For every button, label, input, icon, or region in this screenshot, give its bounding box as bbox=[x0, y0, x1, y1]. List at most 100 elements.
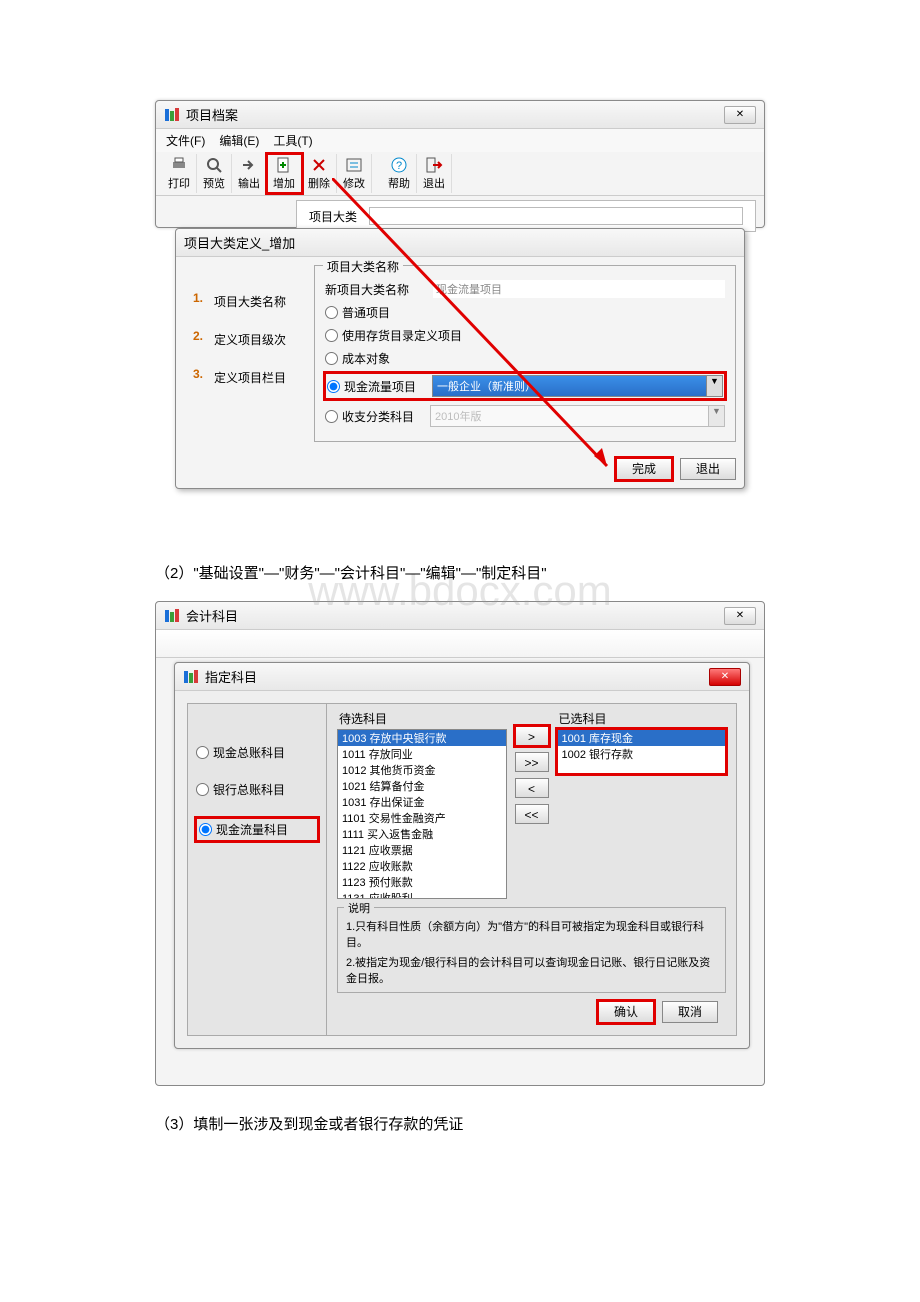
delete-icon bbox=[310, 156, 328, 174]
dialog-assign-subject: 指定科目 ✕ 现金总账科目 银行总账科目 现金流量科目 待选科目 1003 存放… bbox=[174, 662, 750, 1049]
step-num-2: 2. bbox=[188, 329, 208, 349]
list-item[interactable]: 1031 存出保证金 bbox=[338, 794, 506, 810]
opt-normal-label: 普通项目 bbox=[342, 304, 390, 321]
opt-cost-label: 成本对象 bbox=[342, 350, 390, 367]
dialog-buttons: 确认 取消 bbox=[337, 993, 726, 1031]
list-item[interactable]: 1021 结算备付金 bbox=[338, 778, 506, 794]
explain-line-2: 2.被指定为现金/银行科目的会计科目可以查询现金日记账、银行日记账及资金日报。 bbox=[346, 954, 717, 986]
tb-preview[interactable]: 预览 bbox=[197, 154, 232, 193]
cashflow-dropdown[interactable]: 一般企业（新准则）▼ bbox=[432, 375, 723, 397]
left-listbox[interactable]: 1003 存放中央银行款1011 存放同业1012 其他货币资金1021 结算备… bbox=[337, 729, 507, 899]
tb-delete[interactable]: 删除 bbox=[302, 154, 337, 193]
tb-add[interactable]: 增加 bbox=[267, 154, 302, 193]
list-item[interactable]: 1001 库存现金 bbox=[558, 730, 726, 746]
ok-button[interactable]: 确认 bbox=[598, 1001, 654, 1023]
inner-titlebar: 指定科目 ✕ bbox=[175, 663, 749, 691]
help-icon: ? bbox=[390, 156, 408, 174]
inner-title: 指定科目 bbox=[205, 667, 709, 686]
budget-dropdown[interactable]: 2010年版▼ bbox=[430, 405, 725, 427]
list-item[interactable]: 1011 存放同业 bbox=[338, 746, 506, 762]
group-title: 项目大类名称 bbox=[323, 258, 403, 275]
newname-field[interactable]: 现金流量项目 bbox=[433, 280, 725, 298]
opt-cashflow[interactable] bbox=[327, 380, 340, 393]
doc-line-2: （2）"基础设置"—"财务"—"会计科目"—"编辑"—"制定科目" bbox=[155, 562, 765, 583]
category-field[interactable] bbox=[369, 207, 743, 225]
list-item[interactable]: 1003 存放中央银行款 bbox=[338, 730, 506, 746]
outer-blur-area bbox=[156, 630, 764, 658]
app-icon bbox=[164, 608, 180, 624]
step-num-3: 3. bbox=[188, 367, 208, 387]
toolbar: 打印 预览 输出 增加 删除 修改 ?帮助 退出 bbox=[156, 152, 764, 196]
step-2[interactable]: 2.定义项目级次 bbox=[188, 329, 310, 349]
dialog-titlebar: 项目大类定义_增加 bbox=[176, 229, 744, 257]
step-num-1: 1. bbox=[188, 291, 208, 311]
list-item[interactable]: 1131 应收股利 bbox=[338, 890, 506, 899]
exit-icon bbox=[425, 156, 443, 174]
menu-file[interactable]: 文件(F) bbox=[166, 132, 205, 149]
tb-exit[interactable]: 退出 bbox=[417, 154, 452, 193]
group-category-name: 项目大类名称 新项目大类名称 现金流量项目 普通项目 使用存货目录定义项目 成本… bbox=[314, 265, 736, 442]
close-button[interactable]: ✕ bbox=[724, 106, 756, 124]
left-list-label: 待选科目 bbox=[337, 708, 507, 729]
move-left-button[interactable]: < bbox=[515, 778, 549, 798]
move-buttons: > >> < << bbox=[515, 708, 549, 899]
menu-edit[interactable]: 编辑(E) bbox=[219, 132, 259, 149]
dialog-buttons: 完成 退出 bbox=[176, 450, 744, 488]
cancel-button[interactable]: 取消 bbox=[662, 1001, 718, 1023]
app-icon bbox=[164, 107, 180, 123]
chevron-down-icon: ▼ bbox=[706, 376, 722, 396]
right-list-label: 已选科目 bbox=[557, 708, 727, 729]
opt-budget[interactable] bbox=[325, 410, 338, 423]
right-listbox[interactable]: 1001 库存现金1002 银行存款 bbox=[557, 729, 727, 774]
radio-cash-ledger[interactable]: 现金总账科目 bbox=[196, 744, 318, 761]
list-item[interactable]: 1123 预付账款 bbox=[338, 874, 506, 890]
outer-title: 会计科目 bbox=[186, 606, 724, 625]
titlebar: 项目档案 ✕ bbox=[156, 101, 764, 129]
export-icon bbox=[240, 156, 258, 174]
opt-inventory[interactable] bbox=[325, 329, 338, 342]
close-button[interactable]: ✕ bbox=[724, 607, 756, 625]
close-button[interactable]: ✕ bbox=[709, 668, 741, 686]
tb-help[interactable]: ?帮助 bbox=[382, 154, 417, 193]
modify-icon bbox=[345, 156, 363, 174]
svg-text:?: ? bbox=[396, 160, 402, 172]
move-all-right-button[interactable]: >> bbox=[515, 752, 549, 772]
tb-print[interactable]: 打印 bbox=[162, 154, 197, 193]
explain-title: 说明 bbox=[344, 900, 374, 916]
newname-label: 新项目大类名称 bbox=[325, 281, 425, 298]
tb-export[interactable]: 输出 bbox=[232, 154, 267, 193]
screenshot-1: 项目档案 ✕ 文件(F) 编辑(E) 工具(T) 打印 预览 输出 增加 删除 … bbox=[155, 100, 765, 540]
step-1[interactable]: 1.项目大类名称 bbox=[188, 291, 310, 311]
explain-box: 说明 1.只有科目性质（余额方向）为"借方"的科目可被指定为现金科目或银行科目。… bbox=[337, 907, 726, 993]
subject-type-radios: 现金总账科目 银行总账科目 现金流量科目 bbox=[187, 703, 327, 1036]
step-3[interactable]: 3.定义项目栏目 bbox=[188, 367, 310, 387]
list-item[interactable]: 1002 银行存款 bbox=[558, 746, 726, 762]
window-project-archive: 项目档案 ✕ 文件(F) 编辑(E) 工具(T) 打印 预览 输出 增加 删除 … bbox=[155, 100, 765, 228]
preview-icon bbox=[205, 156, 223, 174]
wizard-steps: 1.项目大类名称 2.定义项目级次 3.定义项目栏目 bbox=[184, 265, 314, 442]
move-right-button[interactable]: > bbox=[515, 726, 549, 746]
list-item[interactable]: 1111 买入返售金融 bbox=[338, 826, 506, 842]
list-item[interactable]: 1121 应收票据 bbox=[338, 842, 506, 858]
opt-cost[interactable] bbox=[325, 352, 338, 365]
opt-normal[interactable] bbox=[325, 306, 338, 319]
opt-budget-label: 收支分类科目 bbox=[342, 408, 430, 425]
radio-bank-ledger[interactable]: 银行总账科目 bbox=[196, 781, 318, 798]
exit-button[interactable]: 退出 bbox=[680, 458, 736, 480]
dialog-category-add: 项目大类定义_增加 1.项目大类名称 2.定义项目级次 3.定义项目栏目 项目大… bbox=[175, 228, 745, 489]
window-title: 项目档案 bbox=[186, 105, 724, 124]
menubar: 文件(F) 编辑(E) 工具(T) bbox=[156, 129, 764, 152]
doc-line-3: （3）填制一张涉及到现金或者银行存款的凭证 bbox=[155, 1113, 765, 1134]
explain-line-1: 1.只有科目性质（余额方向）为"借方"的科目可被指定为现金科目或银行科目。 bbox=[346, 918, 717, 950]
print-icon bbox=[170, 156, 188, 174]
menu-tool[interactable]: 工具(T) bbox=[273, 132, 312, 149]
list-item[interactable]: 1101 交易性金融资产 bbox=[338, 810, 506, 826]
list-item[interactable]: 1122 应收账款 bbox=[338, 858, 506, 874]
outer-titlebar: 会计科目 ✕ bbox=[156, 602, 764, 630]
radio-cashflow[interactable]: 现金流量科目 bbox=[196, 818, 318, 841]
window-account-subject: 会计科目 ✕ 指定科目 ✕ 现金总账科目 银行总账科目 现金流量科目 待选 bbox=[155, 601, 765, 1086]
move-all-left-button[interactable]: << bbox=[515, 804, 549, 824]
list-item[interactable]: 1012 其他货币资金 bbox=[338, 762, 506, 778]
finish-button[interactable]: 完成 bbox=[616, 458, 672, 480]
tb-modify[interactable]: 修改 bbox=[337, 154, 372, 193]
